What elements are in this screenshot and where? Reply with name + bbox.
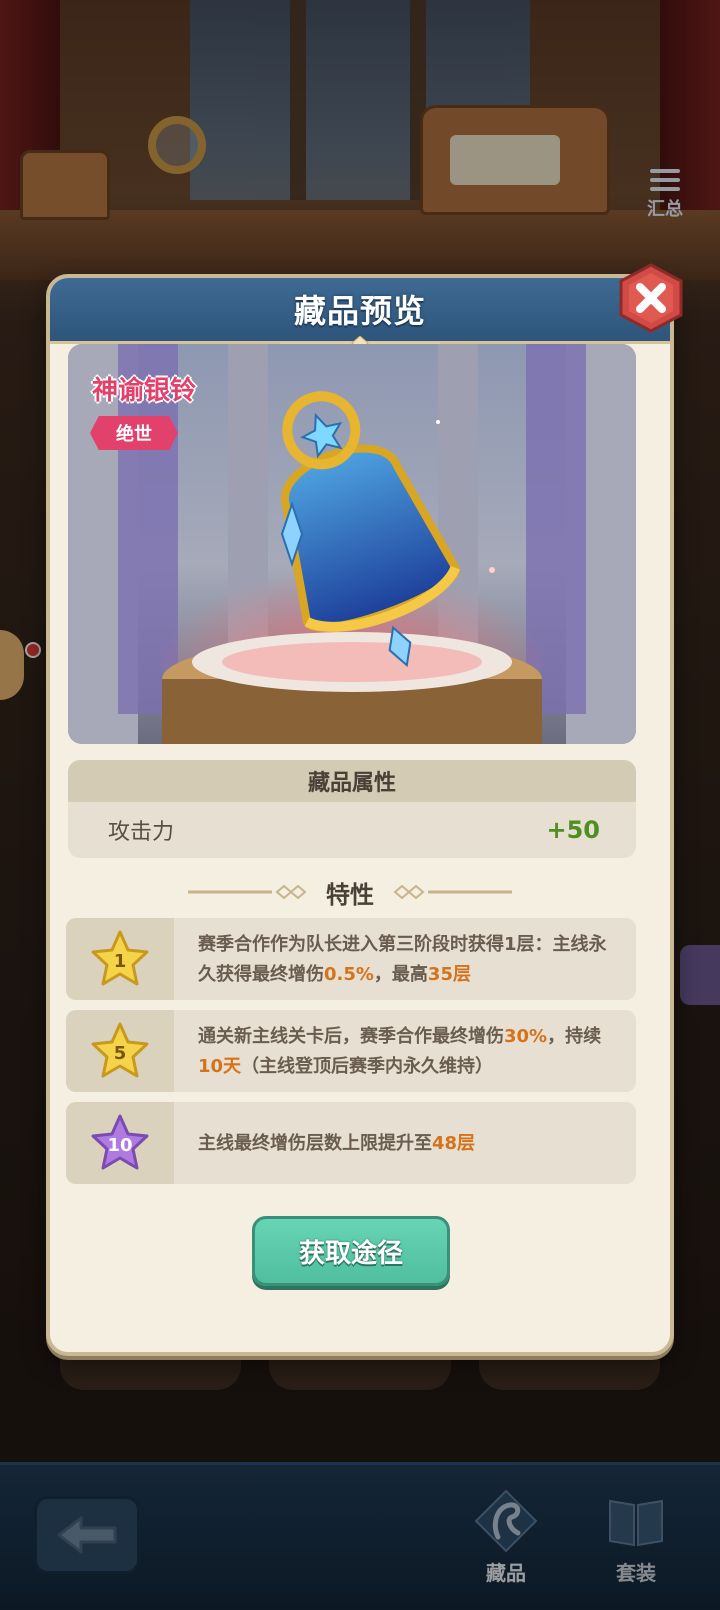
trait-star-level: 5 xyxy=(113,1042,127,1064)
attribute-label: 攻击力 xyxy=(108,820,175,845)
obtain-source-button[interactable]: 获取途径 xyxy=(252,1216,450,1286)
traits-title-row: 特性 xyxy=(170,874,530,910)
trait-description: 主线最终增伤层数上限提升至48层 xyxy=(174,1102,636,1184)
trait-highlight: 30% xyxy=(504,1026,548,1047)
modal-title: 藏品预览 xyxy=(293,292,426,330)
trait-text-segment: 主线最终增伤层数上限提升至 xyxy=(198,1133,432,1154)
attribute-row: 攻击力 +50 xyxy=(68,802,636,858)
trait-text-segment: 通关新主线关卡后，赛季合作最终增伤 xyxy=(198,1026,504,1047)
attributes-header: 藏品属性 xyxy=(68,760,636,802)
close-icon xyxy=(619,263,683,333)
trait-highlight: 10天 xyxy=(198,1056,242,1077)
divider-ornament-left xyxy=(188,885,307,899)
close-button[interactable] xyxy=(616,262,686,334)
trait-text-segment: （主线登顶后赛季内永久维持） xyxy=(241,1056,494,1077)
traits-title: 特性 xyxy=(326,880,374,909)
rarity-badge: 绝世 xyxy=(90,416,178,450)
attribute-value: +50 xyxy=(546,816,600,844)
trait-highlight: 48层 xyxy=(432,1133,476,1154)
trait-text-segment: ，最高 xyxy=(373,964,428,985)
trait-star-level: 1 xyxy=(113,950,127,972)
trait-description: 通关新主线关卡后，赛季合作最终增伤30%，持续 10天（主线登顶后赛季内永久维持） xyxy=(174,1010,636,1092)
trait-highlight: 35层 xyxy=(427,964,471,985)
trait-star-badge: 5 xyxy=(66,1010,174,1092)
trait-row: 1 赛季合作作为队长进入第三阶段时获得1层：主线永久获得最终增伤0.5%，最高3… xyxy=(66,918,636,1000)
attributes-panel: 藏品属性 攻击力 +50 xyxy=(68,760,636,858)
trait-row: 5 通关新主线关卡后，赛季合作最终增伤30%，持续 10天（主线登顶后赛季内永久维… xyxy=(66,1010,636,1092)
trait-star-badge: 10 xyxy=(66,1102,174,1184)
trait-star-badge: 1 xyxy=(66,918,174,1000)
trait-row: 10 主线最终增伤层数上限提升至48层 xyxy=(66,1102,636,1184)
trait-highlight: 0.5% xyxy=(324,964,374,985)
trait-star-level: 10 xyxy=(107,1134,133,1156)
divider-ornament-right xyxy=(393,885,512,899)
trait-description: 赛季合作作为队长进入第三阶段时获得1层：主线永久获得最终增伤0.5%，最高35层 xyxy=(174,918,636,1000)
trait-text-segment: ，持续 xyxy=(547,1026,602,1047)
item-name: 神谕银铃 xyxy=(92,376,197,406)
